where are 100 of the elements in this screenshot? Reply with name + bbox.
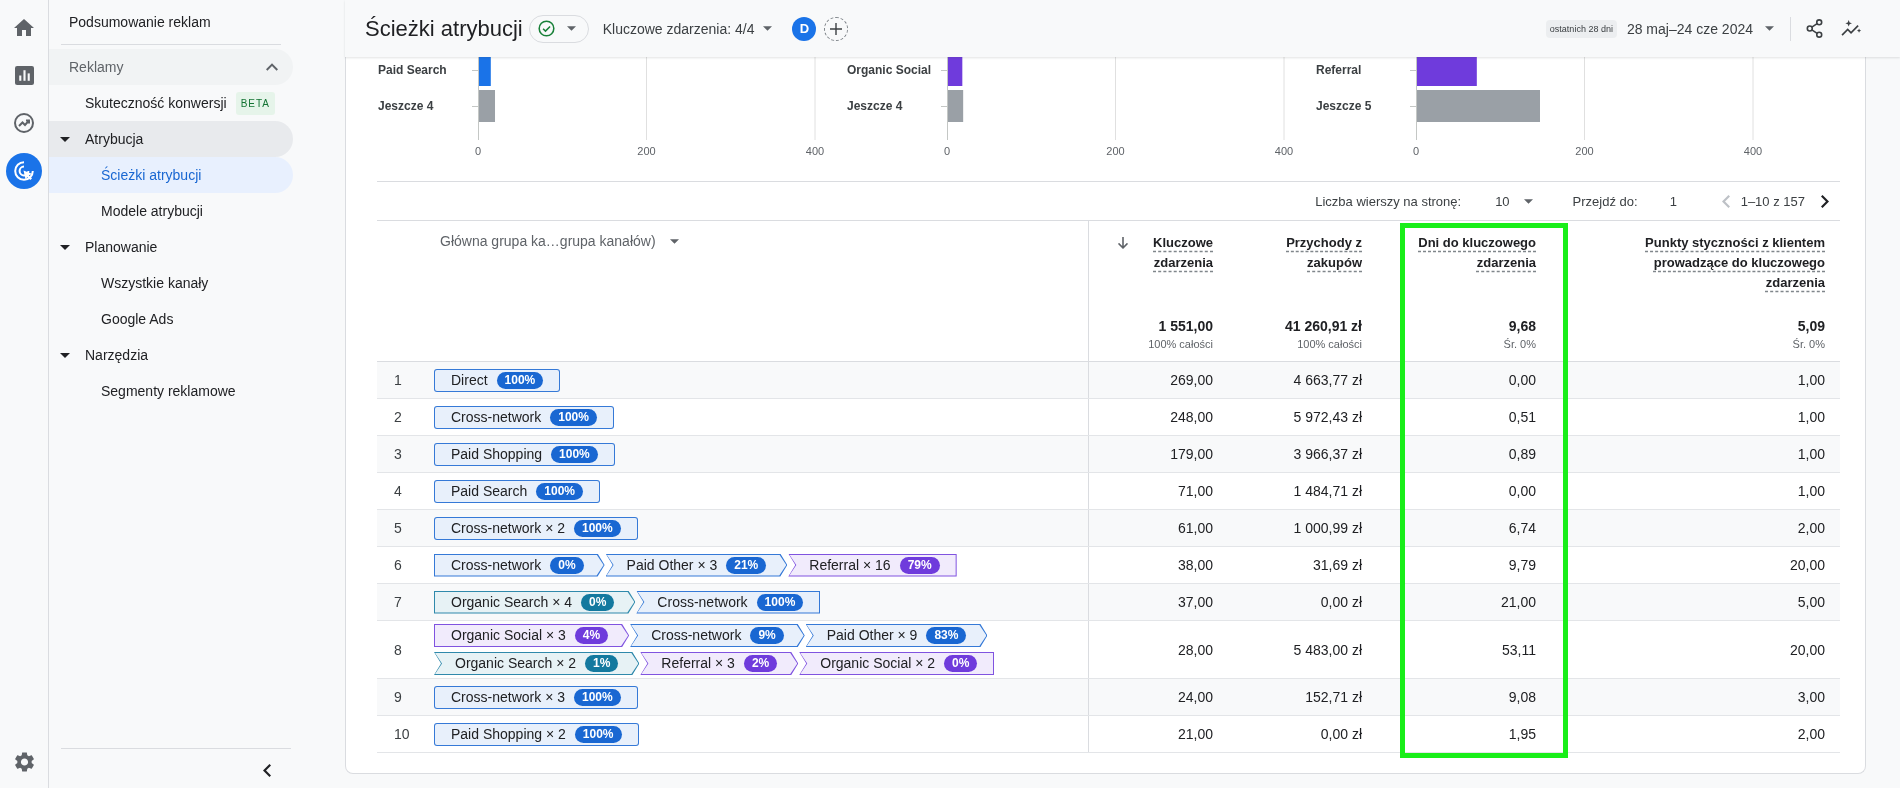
table-cell-text: 0,00 — [1507, 482, 1537, 501]
column-header[interactable]: Przychody z zakupów — [1272, 233, 1362, 273]
channel-label: Paid Other × 9 — [826, 626, 918, 645]
caret-down-icon — [669, 238, 679, 244]
category-label: Jeszcze 4 — [378, 99, 434, 113]
share-badge: 2% — [743, 655, 778, 672]
bar — [948, 57, 963, 86]
total-value: 41 260,91 zł — [1283, 317, 1362, 336]
table-cell: 269,00 — [1088, 362, 1228, 398]
column-header[interactable]: Punkty styczności z klientem prowadzące do kluczowego zdarzenia — [1635, 233, 1825, 293]
caret-down-icon — [566, 26, 576, 31]
bar — [479, 90, 495, 122]
trend-sparkle-icon[interactable] — [1841, 20, 1862, 37]
table-cell-text: 152,71 zł — [1304, 688, 1363, 707]
table-cell-text: 3 966,37 zł — [1292, 445, 1363, 464]
channel-label: Organic Search × 4 — [451, 592, 572, 612]
channel-label: Organic Social × 2 — [820, 654, 936, 673]
table-cell-text: 2,00 — [1796, 725, 1826, 744]
share-badge: 100% — [574, 725, 622, 743]
row-number: 9 — [393, 688, 403, 707]
total-value: 5,09 — [1796, 317, 1825, 336]
section-header[interactable]: Reklamy — [49, 49, 293, 85]
nav-item[interactable]: Skuteczność konwersji BETA — [49, 85, 293, 121]
tick-label: 400 — [1743, 145, 1763, 157]
channel-label: Paid Other × 3 — [626, 555, 718, 575]
nav-item[interactable]: Segmenty reklamowe — [49, 373, 293, 409]
table-cell-text: 2,00 — [1796, 519, 1826, 538]
table-cell-text: 53,11 — [1501, 640, 1537, 660]
table-cell-text: 0,51 — [1507, 408, 1537, 427]
share-badge: 0% — [944, 655, 978, 672]
table-cell-text: 20,00 — [1788, 556, 1826, 575]
row-number: 2 — [393, 408, 403, 427]
nav-item[interactable]: Modele atrybucji — [49, 193, 293, 229]
check-circle-icon — [537, 20, 555, 37]
table-cell-text: 6,74 — [1507, 519, 1537, 538]
nav-group[interactable]: Atrybucja — [49, 121, 293, 157]
dimension-dropdown[interactable]: Główna grupa ka…grupa kanałów) — [436, 231, 683, 251]
home-icon[interactable] — [14, 18, 34, 36]
page-input[interactable]: 1 — [1663, 191, 1708, 211]
arrow-down-icon[interactable] — [1118, 237, 1128, 249]
chevron-left-icon[interactable] — [263, 764, 271, 777]
table-cell-text: 0,00 zł — [1319, 593, 1363, 612]
total-value: 1 551,00 — [1157, 317, 1213, 336]
table-cell: 28,00 — [1088, 621, 1228, 678]
bar — [948, 90, 964, 122]
channel-label: Cross-network — [657, 592, 748, 612]
total-note: 100% całości — [1296, 337, 1362, 352]
share-badge: 0% — [550, 556, 584, 574]
share-icon[interactable] — [1806, 19, 1823, 38]
share-badge: 79% — [899, 556, 940, 574]
key-events-dropdown[interactable]: Kluczowe zdarzenia: 4/4 — [598, 20, 777, 37]
nav-group[interactable]: Narzędzia — [49, 337, 293, 373]
nav-group[interactable]: Planowanie — [49, 229, 293, 265]
table-cell-text: 1,00 — [1796, 371, 1826, 390]
caret-down-icon — [1523, 198, 1533, 204]
go-to-label: Przejdź do: — [1572, 193, 1638, 209]
nav-item[interactable]: Ścieżki atrybucji — [49, 157, 293, 193]
share-badge: 83% — [926, 627, 967, 644]
channel-label: Referral × 3 — [661, 654, 735, 673]
total-note: 100% całości — [1147, 337, 1213, 352]
category-label: Organic Social — [847, 63, 932, 77]
category-label: Jeszcze 4 — [847, 99, 903, 113]
comparison-chip[interactable]: D — [792, 16, 817, 41]
target-cursor-icon[interactable] — [6, 153, 42, 189]
row-number: 7 — [393, 593, 403, 612]
trend-circle-icon[interactable] — [14, 113, 34, 133]
nav-item[interactable]: Wszystkie kanały — [49, 265, 293, 301]
status-dropdown[interactable] — [528, 14, 589, 43]
caret-down-icon — [1765, 26, 1774, 31]
column-header[interactable]: Kluczowe zdarzenia — [1141, 233, 1213, 273]
column-header[interactable]: Dni do kluczowego zdarzenia — [1408, 233, 1536, 273]
tick-label: 200 — [1575, 145, 1594, 157]
row-number: 1 — [393, 371, 403, 390]
share-badge: 100% — [496, 371, 544, 389]
channel-label: Cross-network — [451, 555, 542, 575]
nav-item[interactable]: Podsumowanie reklam — [49, 0, 329, 44]
page-range: 1–10 z 157 — [1740, 193, 1805, 209]
channel-label: Cross-network — [451, 407, 542, 427]
bar — [479, 57, 491, 86]
row-number: 3 — [393, 445, 403, 464]
channel-label: Paid Shopping × 2 — [451, 724, 566, 744]
row-number: 4 — [393, 482, 403, 501]
table-cell-text: 21,00 — [1499, 593, 1537, 612]
share-badge: 100% — [574, 519, 621, 537]
table-cell: 248,00 — [1088, 399, 1228, 435]
table-cell-text: 5 483,00 zł — [1292, 640, 1363, 660]
share-badge: 21% — [726, 556, 767, 574]
share-badge: 100% — [536, 482, 583, 500]
table-cell-text: 4 663,77 zł — [1292, 371, 1363, 390]
settings-icon[interactable] — [14, 752, 34, 772]
category-label: Referral — [1316, 63, 1362, 77]
tick-label: 200 — [637, 145, 656, 157]
row-number: 6 — [393, 556, 403, 575]
chevron-right-icon[interactable] — [1821, 194, 1829, 208]
tick-label: 200 — [1106, 145, 1125, 157]
bar-chart-icon[interactable] — [14, 65, 34, 85]
rows-per-page-dropdown[interactable]: 10 — [1491, 193, 1537, 209]
date-range-dropdown[interactable]: 28 maj–24 cze 2024 — [1622, 20, 1778, 37]
channel-label: Direct — [451, 370, 488, 390]
nav-item[interactable]: Google Ads — [49, 301, 293, 337]
